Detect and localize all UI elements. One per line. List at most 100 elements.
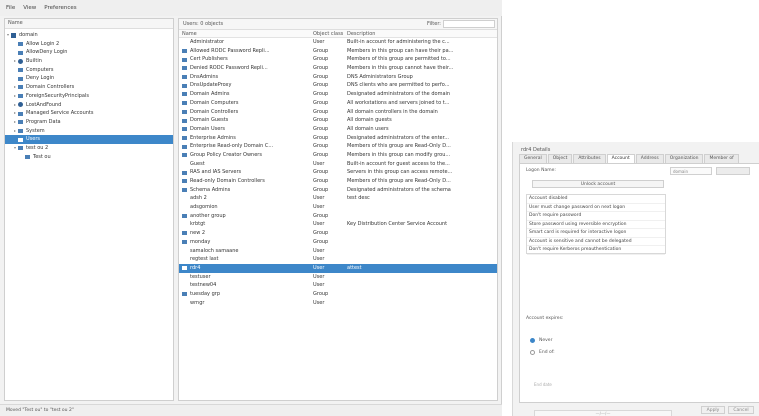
filter-input[interactable] (443, 20, 495, 28)
table-row[interactable]: Guest User Built-in account for guest acce… (179, 160, 497, 169)
account-option-item[interactable]: User must change password on next logon (527, 204, 665, 212)
user-icon (182, 301, 187, 305)
tab-attributes[interactable]: Attributes (573, 154, 606, 163)
tree-item[interactable]: ▸ System (5, 127, 173, 136)
table-row[interactable]: testnew04 User (179, 281, 497, 290)
table-row[interactable]: Domain Computers Group All workstations an… (179, 99, 497, 108)
tree-item[interactable]: Test ou (5, 153, 173, 162)
cell-name: Guest (179, 160, 310, 169)
group-icon (182, 92, 187, 97)
table-row[interactable]: Enterprise Admins Group Designated adminis… (179, 134, 497, 143)
table-row[interactable]: rdr4 User attest (179, 263, 497, 273)
table-row[interactable]: adsgomion User (179, 203, 497, 212)
table-row[interactable]: Administrator User Built-in account for ad… (179, 38, 497, 47)
table-row[interactable]: Schema Admins Group Designated administrat… (179, 186, 497, 195)
table-row[interactable]: monday Group (179, 238, 497, 247)
domain-field[interactable]: domain (670, 167, 712, 175)
tree-item-label: Allow Login 2 (26, 40, 60, 47)
cell-name: testuser (179, 273, 310, 282)
table-row[interactable]: another group Group (179, 212, 497, 221)
tree-item[interactable]: ▾ domain (5, 31, 173, 40)
cell-name: adsh 2 (179, 194, 310, 203)
cell-class: Group (313, 125, 329, 132)
table-row[interactable]: Domain Controllers Group All domain contro… (179, 108, 497, 117)
tree-item[interactable]: Deny Login (5, 74, 173, 83)
account-option-item[interactable]: Store password using reversible encrypti… (527, 221, 665, 229)
account-option-item[interactable]: Account is sensitive and cannot be deleg… (527, 238, 665, 246)
cell-class: User (313, 273, 325, 280)
end-of-radio[interactable] (530, 350, 535, 355)
account-option-item[interactable]: Don't require Kerberos preauthentication (527, 246, 665, 255)
menu-view[interactable]: View (23, 5, 36, 11)
cell-class: User (313, 256, 325, 263)
tab-general[interactable]: General (519, 154, 547, 163)
tree-item[interactable]: ▸ LostAndFound (5, 101, 173, 110)
tree-item[interactable]: ▸ Managed Service Accounts (5, 109, 173, 118)
account-option-item[interactable]: Account disabled (527, 195, 665, 204)
table-row[interactable]: regtest last User (179, 255, 497, 264)
unlock-account-button[interactable]: Unlock account (532, 180, 664, 188)
group-icon (182, 170, 187, 175)
tree-item-label: Computers (26, 66, 54, 73)
tab-account[interactable]: Account (606, 154, 635, 163)
tree-item[interactable]: Allow Login 2 (5, 40, 173, 49)
menu-file[interactable]: File (6, 5, 15, 11)
tab-organization[interactable]: Organization (664, 154, 704, 163)
cell-description: Designated administrators of the schema (347, 186, 451, 193)
table-row[interactable]: Enterprise Read-only Domain C... Group Mem… (179, 142, 497, 151)
tab-member-of[interactable]: Member of (704, 154, 739, 163)
table-row[interactable]: adsh 2 User test desc (179, 194, 497, 203)
table-row[interactable]: wrngr User (179, 299, 497, 308)
tree-header[interactable]: Name (5, 19, 173, 29)
table-row[interactable]: krbtgt User Key Distribution Center Servic… (179, 220, 497, 229)
end-date-input[interactable]: —/—/— (534, 410, 672, 416)
tree-item[interactable]: ▸ Program Data (5, 118, 173, 127)
tree-item[interactable]: Computers (5, 66, 173, 75)
tree-item[interactable]: ▾ test ou 2 (5, 144, 173, 153)
tab-address[interactable]: Address (635, 154, 664, 163)
folder-icon (25, 154, 30, 159)
list-location-label: Users: 0 objects (183, 21, 224, 27)
tree-item[interactable]: AllowDeny Login (5, 48, 173, 57)
never-radio[interactable] (530, 338, 535, 343)
table-row[interactable]: Domain Guests Group All domain guests (179, 116, 497, 125)
table-row[interactable]: Cert Publishers Group Members of this grou… (179, 55, 497, 64)
column-header-class[interactable]: Object class (310, 30, 344, 37)
tab-object[interactable]: Object (547, 154, 573, 163)
table-row[interactable]: Denied RODC Password Repli... Group Member… (179, 64, 497, 73)
table-row[interactable]: Group Policy Creator Owners Group Members … (179, 151, 497, 160)
tree-item[interactable]: ▸ ForeignSecurityPrincipals (5, 92, 173, 101)
tree-item[interactable]: Users (5, 135, 173, 144)
table-row[interactable]: Domain Users Group All domain users (179, 125, 497, 134)
menu-preferences[interactable]: Preferences (44, 5, 76, 11)
table-row[interactable]: DnsUpdateProxy Group DNS clients who are p… (179, 81, 497, 90)
folder-icon (18, 146, 23, 151)
table-row[interactable]: samaloch samaane User (179, 247, 497, 256)
list-header: Name Object class Description (179, 30, 497, 38)
never-radio-row[interactable]: Never (530, 338, 552, 343)
column-header-name[interactable]: Name (179, 30, 310, 37)
tree-item[interactable]: ▸ Builtin (5, 57, 173, 66)
table-row[interactable]: new 2 Group (179, 229, 497, 238)
apply-button[interactable]: Apply (701, 406, 725, 414)
table-row[interactable]: DnsAdmins Group DNS Administrators Group (179, 73, 497, 82)
account-option-item[interactable]: Don't require password (527, 212, 665, 221)
cell-description: Designated administrators of the domain (347, 91, 451, 98)
end-of-radio-row[interactable]: End of: (530, 350, 555, 355)
group-icon (182, 118, 187, 123)
cancel-button[interactable]: Cancel (728, 406, 754, 414)
account-option-item[interactable]: Smart card is required for interactive l… (527, 229, 665, 238)
cell-name-text: RAS and IAS Servers (190, 169, 242, 176)
table-row[interactable]: Domain Admins Group Designated administrat… (179, 90, 497, 99)
object-tree: Name ▾ domain Allow Login 2 AllowDeny Login… (4, 18, 174, 401)
table-row[interactable]: RAS and IAS Servers Group Servers in this … (179, 168, 497, 177)
cell-name-text: monday (190, 238, 211, 245)
tree-item[interactable]: ▸ Domain Controllers (5, 83, 173, 92)
domain-dropdown[interactable] (716, 167, 750, 175)
user-icon (182, 275, 187, 279)
table-row[interactable]: Read-only Domain Controllers Group Members… (179, 177, 497, 186)
table-row[interactable]: Allowed RODC Password Repli... Group Membe… (179, 47, 497, 56)
column-header-description[interactable]: Description (344, 30, 494, 37)
table-row[interactable]: tuesday grp Group (179, 290, 497, 299)
table-row[interactable]: testuser User (179, 273, 497, 282)
